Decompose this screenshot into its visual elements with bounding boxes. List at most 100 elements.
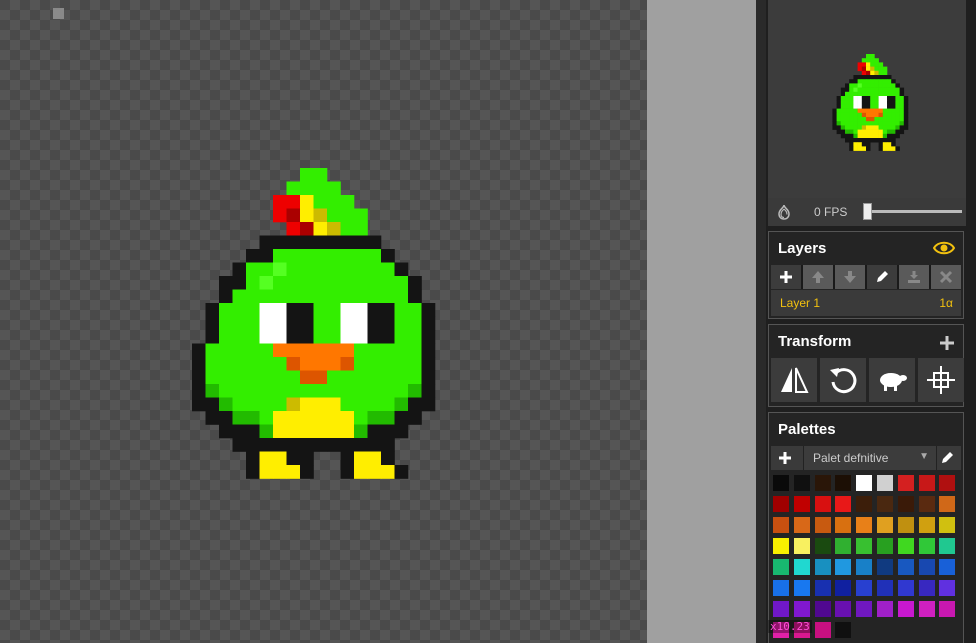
palette-swatch[interactable] <box>793 538 810 554</box>
align-center-button[interactable] <box>918 358 964 402</box>
palette-swatch[interactable] <box>835 580 852 596</box>
palette-swatch[interactable] <box>856 475 873 491</box>
palette-swatch[interactable] <box>835 496 852 512</box>
merge-down-icon <box>908 271 920 283</box>
move-layer-up-button[interactable] <box>803 265 833 289</box>
palette-swatch[interactable] <box>897 580 914 596</box>
palette-swatch[interactable] <box>814 538 831 554</box>
palette-select-value: Palet defnitive <box>813 451 889 465</box>
plus-icon[interactable] <box>939 335 955 351</box>
center-icon <box>927 366 955 394</box>
arrow-up-icon <box>812 271 824 283</box>
palette-swatch[interactable] <box>897 601 914 617</box>
palette-swatch[interactable] <box>918 601 935 617</box>
eye-icon[interactable] <box>933 240 955 256</box>
sprite-canvas[interactable] <box>0 0 647 643</box>
palette-swatch[interactable] <box>773 601 789 617</box>
palette-swatch[interactable] <box>835 622 852 638</box>
plus-icon <box>780 271 792 283</box>
palette-swatch[interactable] <box>856 559 873 575</box>
layer-toolbar <box>771 265 961 289</box>
palette-swatch[interactable] <box>856 538 873 554</box>
palette-swatch[interactable] <box>835 601 852 617</box>
palette-swatch[interactable] <box>814 496 831 512</box>
palette-swatch[interactable] <box>918 559 935 575</box>
palette-swatch[interactable] <box>814 517 831 533</box>
palette-swatch[interactable] <box>877 601 893 617</box>
palette-swatch[interactable] <box>793 601 810 617</box>
palette-swatch[interactable] <box>897 475 914 491</box>
add-layer-button[interactable] <box>771 265 801 289</box>
palette-swatch[interactable] <box>918 517 935 533</box>
palette-swatch[interactable] <box>877 559 893 575</box>
palette-swatch[interactable] <box>877 496 893 512</box>
palette-swatch[interactable] <box>835 517 852 533</box>
palette-select[interactable]: Palet defnitive ▼ <box>803 446 937 470</box>
palette-swatch[interactable] <box>773 559 789 575</box>
palette-swatch[interactable] <box>897 517 914 533</box>
palette-swatch[interactable] <box>918 538 935 554</box>
flip-button[interactable] <box>771 358 817 402</box>
palettes-panel: Palettes Palet defnitive ▼ <box>768 412 964 643</box>
palette-swatch[interactable] <box>773 475 789 491</box>
transform-title: Transform <box>778 333 852 350</box>
palette-swatch[interactable] <box>773 496 789 512</box>
palette-swatch[interactable] <box>814 580 831 596</box>
palette-swatch[interactable] <box>793 580 810 596</box>
pencil-icon[interactable] <box>939 450 955 466</box>
palette-swatch[interactable] <box>814 475 831 491</box>
palette-swatch[interactable] <box>814 601 831 617</box>
onion-skin-icon[interactable] <box>775 203 793 221</box>
palette-swatch[interactable] <box>897 538 914 554</box>
palette-swatch[interactable] <box>897 559 914 575</box>
palette-swatch[interactable] <box>939 601 956 617</box>
palette-swatch[interactable] <box>897 496 914 512</box>
palette-swatch[interactable] <box>877 475 893 491</box>
drawing-canvas[interactable] <box>0 0 647 643</box>
palette-swatch[interactable] <box>939 475 956 491</box>
cursor-pixel-indicator <box>53 8 64 19</box>
rotate-icon <box>830 368 857 394</box>
palette-swatch[interactable] <box>835 475 852 491</box>
palette-swatch[interactable] <box>814 622 831 638</box>
palette-swatch[interactable] <box>856 601 873 617</box>
palette-swatch[interactable] <box>877 580 893 596</box>
animation-preview[interactable] <box>768 0 966 198</box>
layer-alpha: 1α <box>939 296 953 310</box>
palette-swatch[interactable] <box>856 580 873 596</box>
palette-swatch[interactable] <box>918 580 935 596</box>
palette-swatch[interactable] <box>939 580 956 596</box>
palette-swatch[interactable] <box>918 496 935 512</box>
rename-layer-button[interactable] <box>867 265 897 289</box>
bird-sprite <box>192 168 436 479</box>
palette-swatch[interactable] <box>773 580 789 596</box>
palette-swatch[interactable] <box>835 538 852 554</box>
palette-swatch[interactable] <box>939 517 956 533</box>
layer-name: Layer 1 <box>780 296 821 310</box>
palette-swatch[interactable] <box>814 559 831 575</box>
rotate-button[interactable] <box>820 358 866 402</box>
palette-swatch[interactable] <box>877 538 893 554</box>
move-layer-down-button[interactable] <box>835 265 865 289</box>
palette-swatch[interactable] <box>773 538 789 554</box>
palette-swatch[interactable] <box>856 517 873 533</box>
clone-button[interactable] <box>869 358 915 402</box>
palette-swatch[interactable] <box>939 559 956 575</box>
layer-item[interactable]: Layer 1 1α <box>771 290 961 316</box>
palette-swatch[interactable] <box>793 559 810 575</box>
palette-swatch[interactable] <box>939 496 956 512</box>
palette-swatch[interactable] <box>793 475 810 491</box>
palette-swatch[interactable] <box>835 559 852 575</box>
delete-layer-button[interactable] <box>931 265 961 289</box>
palette-swatch[interactable] <box>918 475 935 491</box>
palette-swatch[interactable] <box>793 496 810 512</box>
palette-swatch[interactable] <box>877 517 893 533</box>
merge-layer-button[interactable] <box>899 265 929 289</box>
fps-slider-track[interactable] <box>868 210 962 213</box>
fps-slider-thumb[interactable] <box>863 203 872 220</box>
palette-swatch[interactable] <box>793 517 810 533</box>
palette-swatch[interactable] <box>773 517 789 533</box>
palette-swatch[interactable] <box>856 496 873 512</box>
palette-swatch[interactable] <box>939 538 956 554</box>
plus-icon[interactable] <box>777 450 793 466</box>
